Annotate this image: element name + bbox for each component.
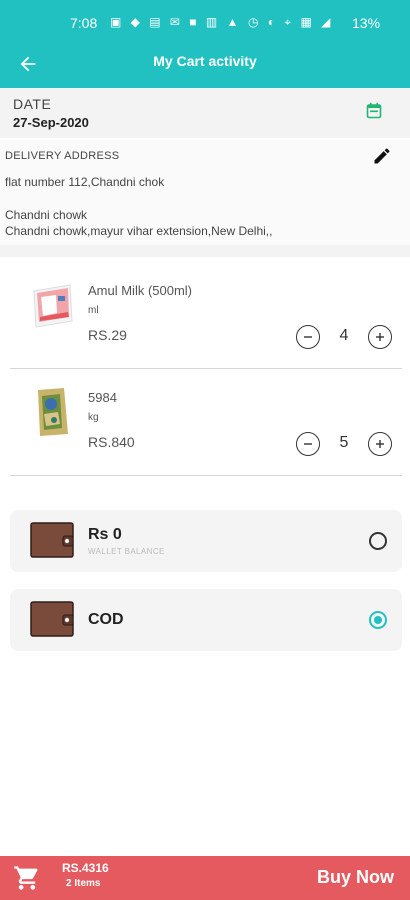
cart-item: Amul Milk (500ml) ml RS.29 4 (10, 265, 402, 369)
delivery-address-section: DELIVERY ADDRESS flat number 112,Chandni… (0, 140, 410, 245)
wallet-icon (30, 601, 74, 637)
item-name: 5984 (88, 390, 117, 405)
wallet-payment-option[interactable]: Rs 0 WALLET BALANCE (10, 510, 402, 572)
shopping-cart-icon (14, 866, 38, 890)
date-value: 27-Sep-2020 (13, 115, 89, 130)
cart-item: 5984 kg RS.840 5 (10, 372, 402, 476)
quantity-value: 5 (339, 434, 349, 451)
cart-total: RS.4316 (62, 861, 109, 875)
address-line-2: Chandni chowk (5, 208, 88, 222)
product-image (28, 384, 76, 440)
item-unit: ml (88, 305, 99, 316)
item-name: Amul Milk (500ml) (88, 283, 193, 298)
status-bar: 7:08 ▣ ◆ ▤ ✉ ■ ▥ ▲ ◷ ◐ ⌖ ▦ ◢ 13% (0, 0, 410, 42)
plus-icon (376, 440, 384, 448)
system-icons: ◷ ◐ ⌖ ▦ ◢ (248, 15, 334, 29)
section-divider (0, 245, 410, 257)
calendar-icon (366, 102, 382, 119)
cart-item-count: 2 Items (66, 878, 101, 889)
decrease-quantity-button[interactable] (296, 325, 320, 349)
cod-label: COD (88, 611, 124, 628)
status-time: 7:08 (70, 15, 98, 31)
cod-radio[interactable] (369, 611, 387, 629)
cod-payment-option[interactable]: COD (10, 589, 402, 651)
buy-now-button[interactable]: Buy Now (317, 867, 394, 888)
date-section: DATE 27-Sep-2020 (0, 88, 410, 138)
item-price: RS.840 (88, 434, 135, 450)
cart-button[interactable] (12, 864, 42, 897)
notification-icons: ▣ ◆ ▤ ✉ ■ ▥ ▲ (110, 15, 242, 29)
address-line-3: Chandni chowk,mayur vihar extension,New … (5, 224, 273, 238)
decrease-quantity-button[interactable] (296, 432, 320, 456)
plus-icon (376, 333, 384, 341)
item-unit: kg (88, 412, 99, 423)
edit-address-button[interactable] (372, 146, 392, 171)
increase-quantity-button[interactable] (368, 432, 392, 456)
milk-product-image (28, 277, 76, 333)
minus-icon (304, 443, 312, 445)
wallet-icon (30, 522, 74, 558)
wallet-radio[interactable] (369, 532, 387, 550)
calendar-button[interactable] (366, 102, 382, 124)
page-title: My Cart activity (153, 53, 257, 69)
app-header: 7:08 ▣ ◆ ▤ ✉ ■ ▥ ▲ ◷ ◐ ⌖ ▦ ◢ 13% My Cart… (0, 0, 410, 88)
checkout-bar: RS.4316 2 Items Buy Now (0, 856, 410, 900)
battery-level: 13% (352, 15, 381, 31)
wallet-balance-amount: Rs 0 (88, 526, 122, 543)
address-line-1: flat number 112,Chandni chok (5, 175, 165, 189)
minus-icon (304, 336, 312, 338)
date-label: DATE (13, 96, 52, 112)
quantity-value: 4 (339, 327, 349, 344)
address-label: DELIVERY ADDRESS (5, 150, 120, 162)
wallet-balance-label: WALLET BALANCE (88, 547, 165, 556)
item-price: RS.29 (88, 327, 127, 343)
increase-quantity-button[interactable] (368, 325, 392, 349)
pencil-icon (374, 148, 390, 164)
